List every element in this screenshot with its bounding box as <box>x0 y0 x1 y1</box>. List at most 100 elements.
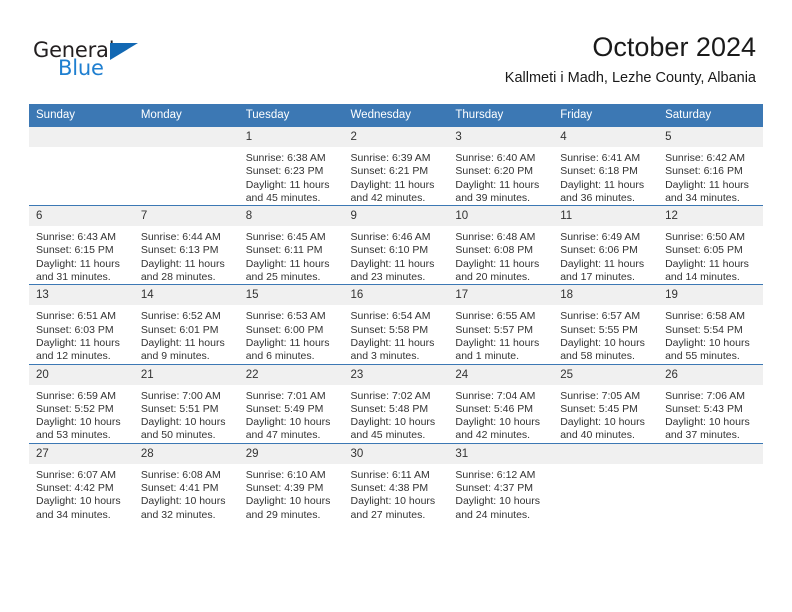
calendar-day-cell[interactable]: 15 Sunrise: 6:53 AM Sunset: 6:00 PM Dayligh… <box>238 284 344 365</box>
calendar-week-row: 13 Sunrise: 6:51 AM Sunset: 6:03 PM Dayligh… <box>29 284 763 365</box>
calendar-day-cell[interactable]: 29 Sunrise: 6:10 AM Sunset: 4:39 PM Dayligh… <box>238 442 344 522</box>
calendar-day-cell[interactable]: 3 Sunrise: 6:40 AM Sunset: 6:20 PM Daylight… <box>448 127 554 206</box>
day-number: 22 <box>238 364 344 385</box>
calendar-day-cell[interactable]: 18 Sunrise: 6:57 AM Sunset: 5:55 PM Dayligh… <box>553 284 659 365</box>
sunset-text: Sunset: 5:57 PM <box>455 323 534 336</box>
sunset-text: Sunset: 6:05 PM <box>665 244 743 257</box>
calendar-day-cell[interactable]: 27 Sunrise: 6:07 AM Sunset: 4:42 PM Dayligh… <box>29 442 134 522</box>
logo-triangle-icon <box>110 43 138 60</box>
day-number: 2 <box>343 127 449 147</box>
calendar-day-cell[interactable]: 16 Sunrise: 6:54 AM Sunset: 5:58 PM Dayligh… <box>343 284 449 365</box>
day-number: 11 <box>553 206 659 227</box>
day-number <box>133 127 239 147</box>
calendar-day-cell-empty <box>553 442 659 522</box>
day-details: Sunrise: 7:02 AM Sunset: 5:48 PM Daylight:… <box>344 385 449 443</box>
calendar-day-cell[interactable]: 17 Sunrise: 6:55 AM Sunset: 5:57 PM Dayligh… <box>448 284 554 365</box>
calendar-day-cell[interactable]: 8 Sunrise: 6:45 AM Sunset: 6:11 PM Daylight… <box>238 205 344 285</box>
calendar-day-cell[interactable]: 14 Sunrise: 6:52 AM Sunset: 6:01 PM Dayligh… <box>133 284 239 365</box>
day-number: 5 <box>658 127 763 147</box>
sunset-text: Sunset: 6:08 PM <box>455 244 534 257</box>
day-details: Sunrise: 6:46 AM Sunset: 6:10 PM Daylight:… <box>344 226 449 284</box>
day-number: 6 <box>29 206 134 227</box>
sunset-text: Sunset: 6:23 PM <box>245 165 324 178</box>
daylight-text: Daylight: 11 hours and 1 minute. <box>455 336 540 363</box>
day-number: 28 <box>133 443 239 464</box>
calendar-day-cell[interactable]: 9 Sunrise: 6:46 AM Sunset: 6:10 PM Daylight… <box>343 205 449 285</box>
title-block: October 2024 Kallmeti i Madh, Lezhe Coun… <box>505 30 756 89</box>
calendar-day-cell[interactable]: 21 Sunrise: 7:00 AM Sunset: 5:51 PM Dayligh… <box>133 363 239 444</box>
sunrise-text: Sunrise: 6:11 AM <box>350 468 430 481</box>
weekday-header-sunday: Sunday <box>29 104 134 127</box>
day-details: Sunrise: 7:01 AM Sunset: 5:49 PM Daylight:… <box>239 385 344 443</box>
day-number: 3 <box>448 127 554 147</box>
day-details: Sunrise: 6:51 AM Sunset: 6:03 PM Daylight:… <box>29 305 134 363</box>
calendar-day-cell[interactable]: 19 Sunrise: 6:58 AM Sunset: 5:54 PM Dayligh… <box>658 284 763 365</box>
calendar-week-row: 27 Sunrise: 6:07 AM Sunset: 4:42 PM Dayligh… <box>29 442 763 522</box>
calendar-day-cell[interactable]: 31 Sunrise: 6:12 AM Sunset: 4:37 PM Dayligh… <box>448 442 554 522</box>
day-number: 26 <box>658 364 763 385</box>
calendar-day-cell-empty <box>29 127 134 206</box>
calendar-day-cell[interactable]: 11 Sunrise: 6:49 AM Sunset: 6:06 PM Dayligh… <box>553 205 659 285</box>
sunset-text: Sunset: 6:01 PM <box>140 323 219 336</box>
calendar-day-cell[interactable]: 24 Sunrise: 7:04 AM Sunset: 5:46 PM Dayligh… <box>448 363 554 444</box>
logo-text-blue: Blue <box>58 56 104 80</box>
calendar-day-cell[interactable]: 5 Sunrise: 6:42 AM Sunset: 6:16 PM Daylight… <box>658 127 763 206</box>
daylight-text: Daylight: 11 hours and 3 minutes. <box>350 336 435 363</box>
calendar-day-cell[interactable]: 28 Sunrise: 6:08 AM Sunset: 4:41 PM Dayligh… <box>133 442 239 522</box>
sunset-text: Sunset: 6:21 PM <box>350 165 429 178</box>
sunrise-text: Sunrise: 6:58 AM <box>665 310 746 323</box>
sunrise-text: Sunrise: 6:41 AM <box>560 152 641 164</box>
calendar-day-cell[interactable]: 7 Sunrise: 6:44 AM Sunset: 6:13 PM Daylight… <box>133 205 239 285</box>
calendar-day-cell[interactable]: 25 Sunrise: 7:05 AM Sunset: 5:45 PM Dayligh… <box>553 363 659 444</box>
sunrise-text: Sunrise: 6:53 AM <box>245 310 326 323</box>
day-details: Sunrise: 6:42 AM Sunset: 6:16 PM Daylight:… <box>658 147 763 205</box>
sunrise-text: Sunrise: 6:12 AM <box>455 468 536 481</box>
calendar-day-cell[interactable]: 10 Sunrise: 6:48 AM Sunset: 6:08 PM Dayligh… <box>448 205 554 285</box>
sunset-text: Sunset: 5:45 PM <box>560 402 638 415</box>
location-subtitle: Kallmeti i Madh, Lezhe County, Albania <box>504 70 756 86</box>
day-number: 14 <box>133 285 239 306</box>
calendar-day-cell[interactable]: 12 Sunrise: 6:50 AM Sunset: 6:05 PM Dayligh… <box>658 205 763 285</box>
sunrise-text: Sunrise: 6:52 AM <box>140 310 221 323</box>
daylight-text: Daylight: 10 hours and 34 minutes. <box>36 495 121 521</box>
day-number: 15 <box>238 285 344 306</box>
calendar-day-cell[interactable]: 23 Sunrise: 7:02 AM Sunset: 5:48 PM Dayligh… <box>343 363 449 444</box>
daylight-text: Daylight: 11 hours and 45 minutes. <box>245 178 330 204</box>
sunset-text: Sunset: 6:18 PM <box>560 165 638 178</box>
calendar-day-cell[interactable]: 6 Sunrise: 6:43 AM Sunset: 6:15 PM Daylight… <box>29 205 134 285</box>
calendar-day-cell[interactable]: 4 Sunrise: 6:41 AM Sunset: 6:18 PM Daylight… <box>553 127 659 206</box>
day-details: Sunrise: 6:11 AM Sunset: 4:38 PM Daylight:… <box>344 464 449 522</box>
calendar-day-cell[interactable]: 13 Sunrise: 6:51 AM Sunset: 6:03 PM Dayligh… <box>29 284 134 365</box>
calendar-day-cell[interactable]: 2 Sunrise: 6:39 AM Sunset: 6:21 PM Daylight… <box>343 127 449 206</box>
daylight-text: Daylight: 10 hours and 42 minutes. <box>455 416 541 442</box>
calendar-day-cell[interactable]: 20 Sunrise: 6:59 AM Sunset: 5:52 PM Dayligh… <box>29 363 134 444</box>
sunset-text: Sunset: 6:15 PM <box>36 244 114 257</box>
calendar-day-cell-empty <box>133 127 239 206</box>
day-number: 30 <box>343 443 449 464</box>
sunset-text: Sunset: 6:13 PM <box>140 244 219 257</box>
day-number: 1 <box>238 127 344 147</box>
sunrise-text: Sunrise: 7:04 AM <box>455 389 536 402</box>
day-details: Sunrise: 7:05 AM Sunset: 5:45 PM Daylight:… <box>553 385 658 443</box>
calendar-day-cell[interactable]: 30 Sunrise: 6:11 AM Sunset: 4:38 PM Dayligh… <box>343 442 449 522</box>
daylight-text: Daylight: 11 hours and 28 minutes. <box>140 257 225 284</box>
day-details: Sunrise: 6:38 AM Sunset: 6:23 PM Daylight:… <box>239 147 344 205</box>
sunset-text: Sunset: 4:39 PM <box>245 482 324 495</box>
sunrise-text: Sunrise: 6:43 AM <box>36 231 116 244</box>
sunrise-text: Sunrise: 7:01 AM <box>245 389 326 402</box>
daylight-text: Daylight: 10 hours and 40 minutes. <box>560 416 645 442</box>
day-details: Sunrise: 6:54 AM Sunset: 5:58 PM Daylight:… <box>344 305 449 363</box>
day-number: 7 <box>133 206 239 227</box>
day-details: Sunrise: 6:50 AM Sunset: 6:05 PM Daylight:… <box>658 226 763 284</box>
calendar-day-cell[interactable]: 26 Sunrise: 7:06 AM Sunset: 5:43 PM Dayligh… <box>658 363 763 444</box>
daylight-text: Daylight: 11 hours and 25 minutes. <box>245 257 330 284</box>
sunrise-text: Sunrise: 6:42 AM <box>665 152 746 164</box>
sunset-text: Sunset: 6:06 PM <box>560 244 638 257</box>
calendar-day-cell[interactable]: 1 Sunrise: 6:38 AM Sunset: 6:23 PM Daylight… <box>238 127 344 206</box>
day-number: 9 <box>343 206 449 227</box>
day-details: Sunrise: 6:39 AM Sunset: 6:21 PM Daylight:… <box>344 147 449 205</box>
sunset-text: Sunset: 6:00 PM <box>245 323 324 336</box>
sunrise-text: Sunrise: 6:45 AM <box>245 231 326 244</box>
day-details: Sunrise: 6:58 AM Sunset: 5:54 PM Daylight:… <box>658 305 763 363</box>
calendar-day-cell[interactable]: 22 Sunrise: 7:01 AM Sunset: 5:49 PM Dayligh… <box>238 363 344 444</box>
